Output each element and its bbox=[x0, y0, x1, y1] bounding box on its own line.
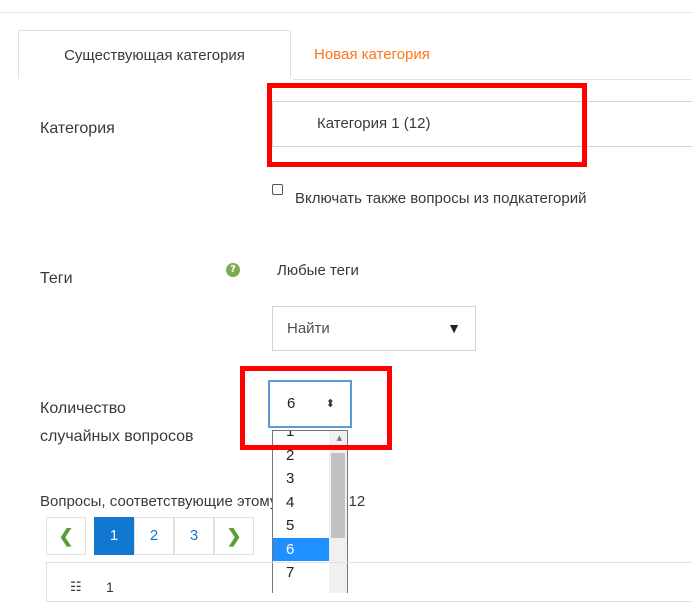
question-circle-icon[interactable]: ? bbox=[226, 263, 240, 277]
top-divider bbox=[0, 12, 692, 13]
include-subcategories-label: Включать также вопросы из подкатегорий bbox=[295, 190, 587, 207]
page-3-button[interactable]: 3 bbox=[174, 517, 214, 555]
tags-search-placeholder: Найти bbox=[287, 320, 330, 337]
highlight-box-category bbox=[267, 83, 587, 167]
scrollbar-thumb[interactable] bbox=[331, 453, 345, 538]
tab-new-category[interactable]: Новая категория bbox=[314, 30, 430, 79]
prev-page-button[interactable]: ❮ bbox=[46, 517, 86, 555]
highlight-box-count bbox=[240, 366, 392, 450]
tabs-divider bbox=[293, 79, 692, 80]
tab-existing-category[interactable]: Существующая категория bbox=[18, 30, 291, 79]
include-subcategories-checkbox[interactable] bbox=[272, 184, 283, 195]
page-1-button[interactable]: 1 bbox=[94, 517, 134, 555]
random-count-label-line1: Количество bbox=[40, 400, 126, 417]
tags-label: Теги bbox=[40, 270, 73, 287]
next-page-button[interactable]: ❯ bbox=[214, 517, 254, 555]
random-count-label-line2: случайных вопросов bbox=[40, 428, 194, 445]
page-2-button[interactable]: 2 bbox=[134, 517, 174, 555]
question-list bbox=[46, 562, 692, 602]
tags-search-select[interactable]: Найти ▼ bbox=[272, 306, 476, 351]
category-tabs: Существующая категория Новая категория bbox=[18, 30, 692, 80]
dropdown-arrow-icon: ▼ bbox=[447, 320, 461, 336]
any-tags-text: Любые теги bbox=[277, 262, 359, 279]
category-label: Категория bbox=[40, 120, 115, 137]
